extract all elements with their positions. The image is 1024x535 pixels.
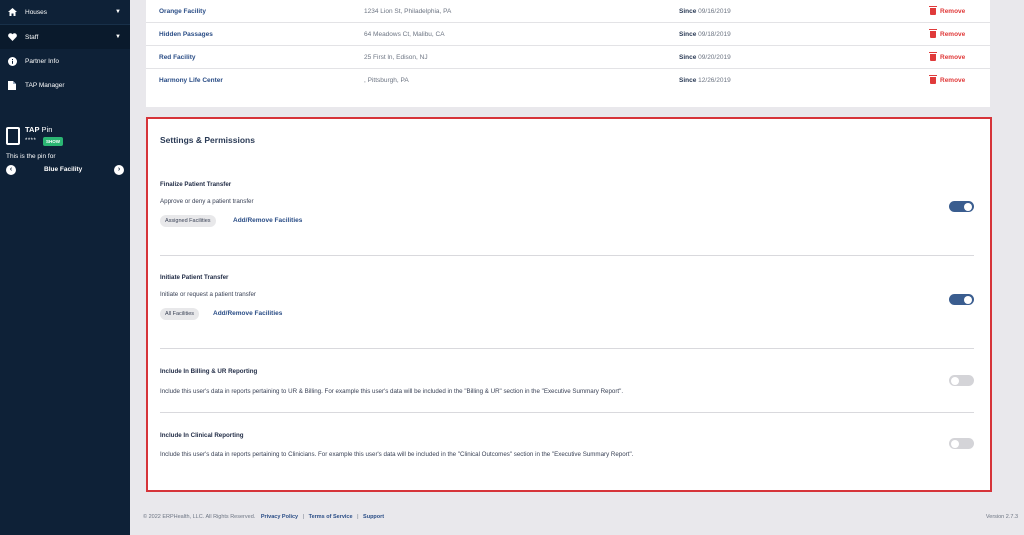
remove-button[interactable]: Remove (929, 28, 965, 38)
settings-permissions-panel: Settings & Permissions Finalize Patient … (146, 117, 992, 492)
pin-facility-name: Blue Facility (44, 166, 83, 173)
permission-toggle[interactable] (949, 201, 974, 212)
facility-address: 25 First ln, Edison, NJ (364, 53, 428, 61)
chevron-down-icon: ▼ (115, 34, 121, 40)
pin-facility-switcher: ‹ Blue Facility › (6, 165, 124, 177)
privacy-policy-link[interactable]: Privacy Policy (261, 514, 298, 520)
sidebar-item-staff[interactable]: Staff ▼ (0, 25, 130, 49)
toggle-knob (951, 439, 959, 448)
facility-since: Since 09/18/2019 (679, 30, 731, 38)
table-row: Orange Facility 1234 Lion St, Philadelph… (146, 0, 990, 23)
facility-name[interactable]: Orange Facility (159, 8, 206, 15)
facility-name[interactable]: Harmony Life Center (159, 77, 223, 84)
facility-address: 1234 Lion St, Philadelphia, PA (364, 7, 452, 15)
chevron-down-icon: ▼ (115, 9, 121, 15)
footer-separator: | (302, 514, 305, 520)
permission-title: Finalize Patient Transfer (160, 181, 232, 188)
permission-toggle[interactable] (949, 294, 974, 305)
version-label: Version 2.7.3 (985, 514, 1018, 520)
tablet-icon (6, 127, 20, 145)
add-remove-facilities-link[interactable]: Add/Remove Facilities (233, 217, 302, 224)
terms-of-service-link[interactable]: Terms of Service (309, 514, 353, 520)
toggle-knob (964, 295, 972, 304)
sidebar-item-label: Staff (25, 33, 39, 41)
info-icon (7, 56, 17, 66)
chevron-right-icon[interactable]: › (114, 165, 124, 175)
permission-description: Include this user's data in reports pert… (160, 451, 634, 458)
pin-masked-value: **** (25, 138, 37, 144)
permission-description: Approve or deny a patient transfer (160, 198, 254, 205)
permission-description: Initiate or request a patient transfer (160, 291, 256, 298)
pin-for-label: This is the pin for (6, 153, 56, 160)
permission-toggle[interactable] (949, 375, 974, 386)
facility-address: 64 Meadows Ct, Malibu, CA (364, 30, 445, 38)
sidebar-item-label: Houses (25, 8, 48, 16)
section-title: Settings & Permissions (160, 135, 255, 145)
facility-name[interactable]: Hidden Passages (159, 31, 213, 38)
footer-separator: | (357, 514, 359, 520)
facility-since: Since 09/16/2019 (679, 7, 731, 15)
facility-name[interactable]: Red Facility (159, 54, 195, 61)
trash-icon (929, 51, 937, 61)
trash-icon (929, 5, 937, 15)
facility-scope-badge: All Facilities (160, 308, 200, 320)
facilities-card: Orange Facility 1234 Lion St, Philadelph… (146, 0, 990, 107)
table-row: Hidden Passages 64 Meadows Ct, Malibu, C… (146, 23, 990, 46)
remove-button[interactable]: Remove (929, 51, 965, 61)
permission-description: Include this user's data in reports pert… (160, 388, 624, 395)
permission-title: Initiate Patient Transfer (160, 274, 229, 281)
main-content: Orange Facility 1234 Lion St, Philadelph… (130, 0, 1024, 535)
toggle-knob (951, 376, 959, 385)
sidebar-item-tap-manager[interactable]: TAP Manager (0, 73, 130, 97)
permission-title: Include In Clinical Reporting (160, 432, 244, 439)
remove-button[interactable]: Remove (929, 75, 965, 84)
remove-button[interactable]: Remove (929, 5, 965, 15)
footer: © 2022 ERPHealth, LLC. All Rights Reserv… (143, 514, 384, 520)
toggle-knob (964, 202, 972, 211)
facility-since: Since 09/20/2019 (679, 53, 731, 61)
sidebar-item-partner-info[interactable]: Partner Info (0, 49, 130, 73)
divider (160, 348, 974, 349)
support-link[interactable]: Support (363, 514, 384, 520)
facility-scope-badge: Assigned Facilities (160, 215, 216, 227)
trash-icon (929, 75, 937, 84)
copyright-text: © 2022 ERPHealth, LLC. All Rights Reserv… (143, 514, 256, 520)
permission-toggle[interactable] (949, 438, 974, 449)
sidebar: Houses ▼ Staff ▼ Partner Info TAP Manage… (0, 0, 130, 535)
trash-icon (929, 28, 937, 38)
sidebar-item-houses[interactable]: Houses ▼ (0, 0, 130, 24)
facility-since: Since 12/26/2019 (679, 77, 731, 84)
chevron-left-icon[interactable]: ‹ (6, 165, 16, 175)
sidebar-item-label: Partner Info (25, 57, 59, 65)
heart-icon (7, 33, 17, 41)
add-remove-facilities-link[interactable]: Add/Remove Facilities (213, 310, 282, 317)
pin-title: TAP Pin (25, 125, 53, 134)
permission-title: Include In Billing & UR Reporting (160, 368, 258, 375)
divider (160, 412, 974, 413)
table-row: Harmony Life Center , Pittsburgh, PA Sin… (146, 69, 990, 92)
sidebar-item-label: TAP Manager (25, 81, 65, 89)
divider (160, 255, 974, 256)
facility-address: , Pittsburgh, PA (364, 77, 409, 84)
document-icon (7, 80, 17, 90)
home-icon (7, 8, 17, 16)
table-row: Red Facility 25 First ln, Edison, NJ Sin… (146, 46, 990, 69)
show-pin-button[interactable]: SHOW (43, 137, 63, 146)
